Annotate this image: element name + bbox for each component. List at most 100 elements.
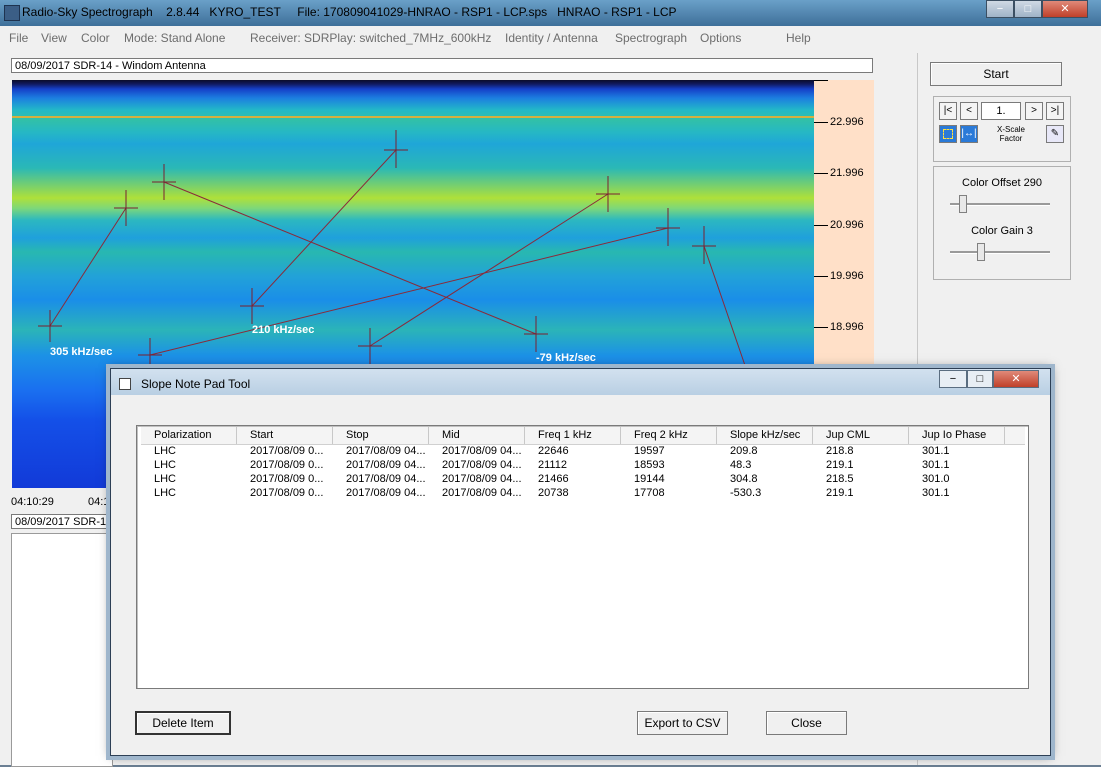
table-cell: 2017/08/09 0... bbox=[250, 487, 324, 499]
window-controls: − □ ✕ bbox=[986, 0, 1088, 18]
table-cell: 2017/08/09 04... bbox=[346, 473, 426, 485]
color-offset-label: Color Offset 290 bbox=[962, 177, 1042, 189]
column-header-start[interactable]: Start bbox=[237, 427, 333, 444]
menu-view[interactable]: View bbox=[41, 31, 67, 45]
lower-caption: 08/09/2017 SDR-14 bbox=[11, 514, 111, 529]
color-gain-thumb[interactable] bbox=[977, 243, 985, 261]
table-cell: 2017/08/09 04... bbox=[442, 473, 522, 485]
table-cell: -530.3 bbox=[730, 487, 762, 499]
last-button[interactable]: >| bbox=[1046, 102, 1064, 120]
slope-list-view[interactable]: Polarization Start Stop Mid Freq 1 kHz F… bbox=[136, 425, 1029, 689]
table-cell: 2017/08/09 04... bbox=[442, 445, 522, 457]
dialog-title-bar: Slope Note Pad Tool − □ ✕ bbox=[111, 369, 1050, 395]
table-row[interactable]: LHC 2017/08/09 0... 2017/08/09 04... 2017/0… bbox=[141, 459, 1025, 473]
lower-spectrogram-panel bbox=[11, 533, 113, 767]
freq-tick-label: 19.996 bbox=[830, 270, 864, 282]
dialog-minimize-button[interactable]: − bbox=[939, 370, 967, 388]
table-cell: 21112 bbox=[538, 459, 567, 471]
column-header-mid[interactable]: Mid bbox=[429, 427, 525, 444]
menu-identity-antenna[interactable]: Identity / Antenna bbox=[505, 31, 598, 45]
menu-options[interactable]: Options bbox=[700, 31, 741, 45]
table-cell: 218.5 bbox=[826, 473, 854, 485]
app-icon bbox=[4, 5, 20, 21]
menu-file[interactable]: File bbox=[9, 31, 28, 45]
table-cell: 2017/08/09 04... bbox=[346, 445, 426, 457]
freq-tick-label: 22.996 bbox=[830, 116, 864, 128]
time-next-label: 04:1 bbox=[88, 496, 110, 508]
title-bar: Radio-Sky Spectrograph 2.8.44 KYRO_TEST … bbox=[0, 0, 1101, 26]
table-cell: 17708 bbox=[634, 487, 665, 499]
menu-spectrograph[interactable]: Spectrograph bbox=[615, 31, 687, 45]
window-title: Radio-Sky Spectrograph 2.8.44 KYRO_TEST … bbox=[22, 5, 677, 19]
column-header-jup-io-phase[interactable]: Jup Io Phase bbox=[909, 427, 1005, 444]
prev-button[interactable]: < bbox=[960, 102, 978, 120]
start-button[interactable]: Start bbox=[930, 62, 1062, 86]
column-header-freq2[interactable]: Freq 2 kHz bbox=[621, 427, 717, 444]
freq-tick-label: 18.996 bbox=[830, 321, 864, 333]
edit-slope-icon[interactable]: ✎ bbox=[1046, 125, 1064, 143]
column-header-slope[interactable]: Slope kHz/sec bbox=[717, 427, 813, 444]
table-cell: 2017/08/09 0... bbox=[250, 473, 324, 485]
table-cell: 48.3 bbox=[730, 459, 752, 471]
table-cell: 18593 bbox=[634, 459, 665, 471]
minimize-button[interactable]: − bbox=[986, 0, 1014, 18]
table-cell: 2017/08/09 04... bbox=[442, 487, 522, 499]
table-row[interactable]: LHC 2017/08/09 0... 2017/08/09 04... 2017/0… bbox=[141, 445, 1025, 459]
freq-tick-label: 20.996 bbox=[830, 219, 864, 231]
table-row[interactable]: LHC 2017/08/09 0... 2017/08/09 04... 2017/0… bbox=[141, 487, 1025, 501]
table-cell: 2017/08/09 04... bbox=[442, 459, 522, 471]
menu-bar: File View Color Mode: Stand Alone Receiv… bbox=[0, 28, 1090, 48]
time-start-label: 04:10:29 bbox=[11, 496, 54, 508]
color-group: Color Offset 290 Color Gain 3 bbox=[933, 166, 1071, 280]
slope-label: 210 kHz/sec bbox=[252, 324, 315, 336]
dialog-window-controls: − □ ✕ bbox=[939, 370, 1044, 388]
table-cell: 19597 bbox=[634, 445, 665, 457]
table-cell: 22646 bbox=[538, 445, 569, 457]
table-cell: 218.8 bbox=[826, 445, 854, 457]
menu-receiver[interactable]: Receiver: SDRPlay: switched_7MHz_600kHz bbox=[250, 31, 491, 45]
maximize-button[interactable]: □ bbox=[1014, 0, 1042, 18]
table-cell: 2017/08/09 04... bbox=[346, 459, 426, 471]
table-cell: LHC bbox=[154, 473, 177, 485]
menu-color[interactable]: Color bbox=[81, 31, 110, 45]
table-cell: 2017/08/09 04... bbox=[346, 487, 426, 499]
color-gain-slider[interactable] bbox=[950, 251, 1050, 254]
table-cell: LHC bbox=[154, 445, 177, 457]
table-cell: LHC bbox=[154, 459, 177, 471]
spectrogram-caption: 08/09/2017 SDR-14 - Windom Antenna bbox=[11, 58, 873, 73]
table-cell: 219.1 bbox=[826, 459, 854, 471]
delete-item-button[interactable]: Delete Item bbox=[135, 711, 231, 735]
next-button[interactable]: > bbox=[1025, 102, 1043, 120]
table-cell: 301.1 bbox=[922, 487, 950, 499]
freq-tick-label: 21.996 bbox=[830, 167, 864, 179]
menu-mode[interactable]: Mode: Stand Alone bbox=[124, 31, 225, 45]
dialog-maximize-button[interactable]: □ bbox=[967, 370, 993, 388]
close-window-button[interactable]: ✕ bbox=[1042, 0, 1088, 18]
column-header-freq1[interactable]: Freq 1 kHz bbox=[525, 427, 621, 444]
table-cell: 2017/08/09 0... bbox=[250, 445, 324, 457]
first-button[interactable]: |< bbox=[939, 102, 957, 120]
scale-value-field[interactable]: 1. bbox=[981, 102, 1021, 120]
table-cell: 2017/08/09 0... bbox=[250, 459, 324, 471]
color-gain-label: Color Gain 3 bbox=[971, 225, 1033, 237]
column-header-polarization[interactable]: Polarization bbox=[141, 427, 237, 444]
table-row[interactable]: LHC 2017/08/09 0... 2017/08/09 04... 2017/0… bbox=[141, 473, 1025, 487]
dialog-close-icon[interactable]: ✕ bbox=[993, 370, 1039, 388]
notepad-icon bbox=[119, 378, 131, 390]
slope-label: 305 kHz/sec bbox=[50, 346, 113, 358]
scale-group: |< < 1. > >| |↔| X-Scale Factor ✎ bbox=[933, 96, 1071, 162]
export-csv-button[interactable]: Export to CSV bbox=[637, 711, 728, 735]
select-region-icon[interactable] bbox=[939, 125, 957, 143]
table-cell: 301.1 bbox=[922, 459, 950, 471]
color-offset-thumb[interactable] bbox=[959, 195, 967, 213]
menu-help[interactable]: Help bbox=[786, 31, 811, 45]
table-cell: 19144 bbox=[634, 473, 665, 485]
close-button[interactable]: Close bbox=[766, 711, 847, 735]
table-cell: 21466 bbox=[538, 473, 569, 485]
column-header-jup-cml[interactable]: Jup CML bbox=[813, 427, 909, 444]
column-header-stop[interactable]: Stop bbox=[333, 427, 429, 444]
table-cell: 304.8 bbox=[730, 473, 758, 485]
table-cell: 209.8 bbox=[730, 445, 758, 457]
fit-width-icon[interactable]: |↔| bbox=[960, 125, 978, 143]
dialog-title: Slope Note Pad Tool bbox=[141, 377, 251, 391]
